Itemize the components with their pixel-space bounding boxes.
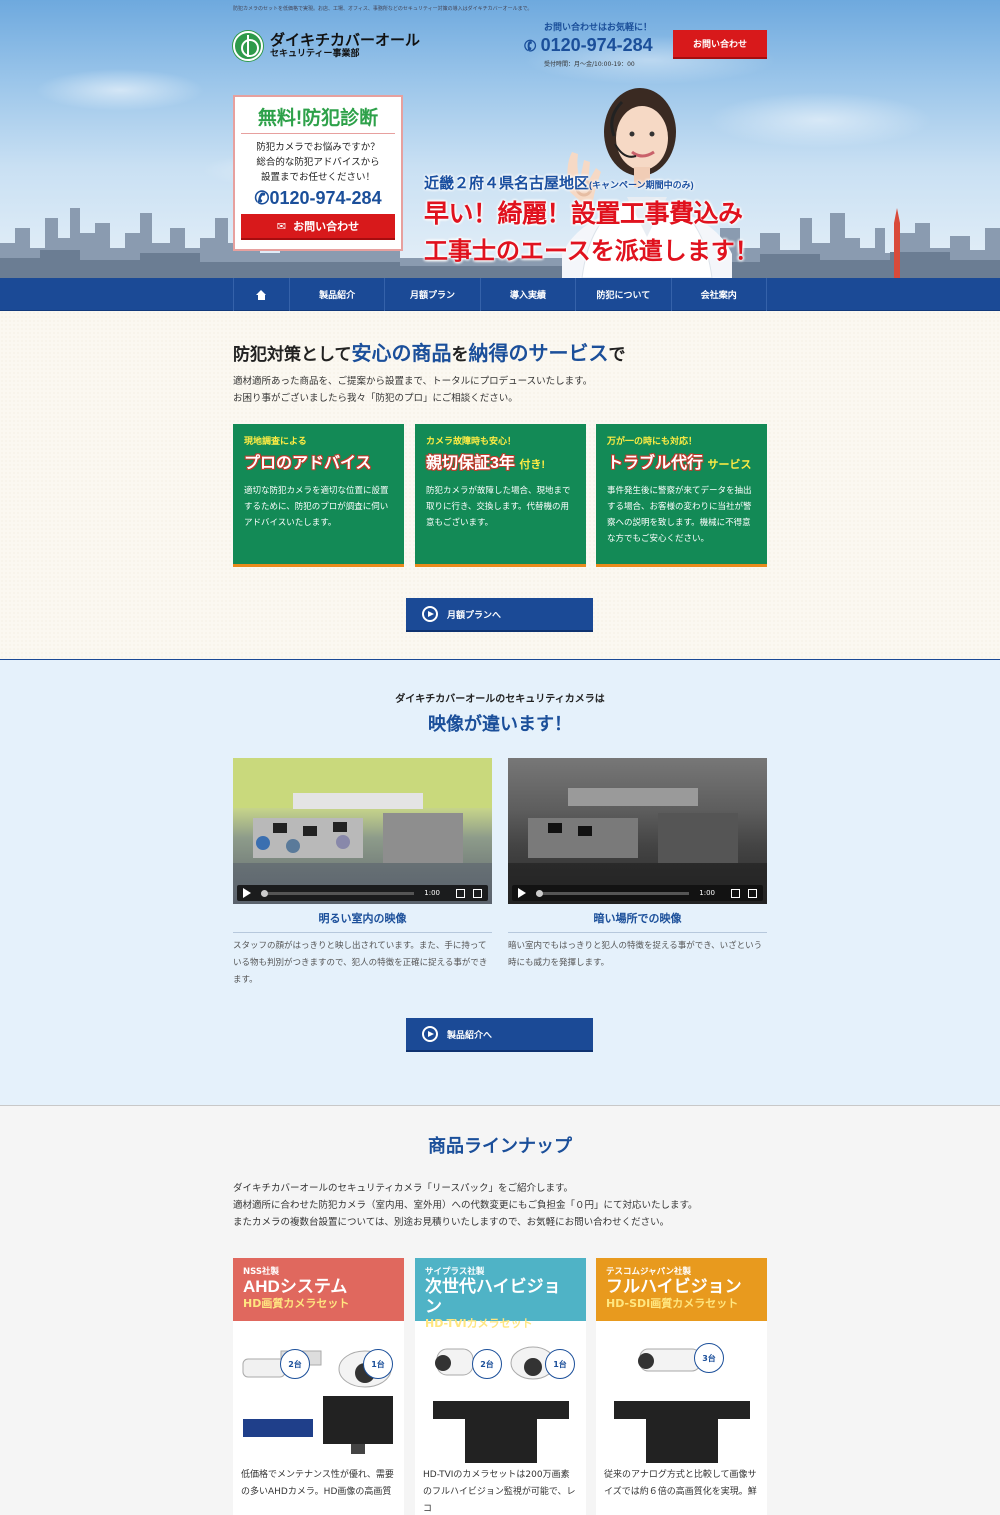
play-icon[interactable] bbox=[243, 888, 251, 898]
free-diagnosis-box: 無料!防犯診断 防犯カメラでお悩みですか？ 総合的な防犯アドバイスから 設置まで… bbox=[233, 95, 403, 251]
service-section: 防犯対策として安心の商品を納得のサービスで 適材適所あった商品を、ご提案から設置… bbox=[0, 311, 1000, 660]
lineup-title: 商品ラインナップ bbox=[428, 1136, 572, 1156]
monthly-plan-button[interactable]: 月額プランへ bbox=[406, 598, 593, 632]
site-tagline: 防犯カメラのセットを低価格で実現。お店、工場、オフィス、事務所などのセキュリティ… bbox=[233, 6, 533, 12]
dark-office-scene-image bbox=[508, 788, 767, 904]
logo-sub-text: セキュリティー事業部 bbox=[270, 49, 360, 59]
product-header: NSS社製 AHDシステム HD画質カメラセット bbox=[233, 1258, 404, 1321]
hero-copy-main: 早い！綺麗！設置工事費込み bbox=[424, 200, 743, 228]
video-section-lead: ダイキチカバーオールのセキュリティカメラは bbox=[395, 694, 605, 705]
play-circle-icon bbox=[422, 1026, 438, 1042]
service-intro: 適材適所あった商品を、ご提案から設置まで、トータルにプロデュースいたします。 お… bbox=[233, 376, 593, 404]
product-desc: 従来のアナログ方式と比較して画像サイズでは約６倍の高画質化を実現。鮮 bbox=[604, 1470, 757, 1497]
video-time: 1:00 bbox=[424, 889, 440, 897]
product-desc: HD-TVIのカメラセットは200万画素のフルハイビジョン監視が可能で、レコ bbox=[423, 1470, 576, 1514]
video-desc-bright: スタッフの顔がはっきりと映し出されています。また、手に持っている物も判別がつきま… bbox=[233, 941, 488, 985]
mute-icon[interactable] bbox=[731, 888, 740, 898]
play-circle-icon bbox=[422, 606, 438, 622]
global-nav: 製品紹介 月額プラン 導入実績 防犯について 会社案内 bbox=[0, 278, 1000, 311]
video-progress-bar[interactable] bbox=[261, 889, 415, 897]
video-controls: 1:00 bbox=[237, 885, 488, 901]
nav-item-company[interactable]: 会社案内 bbox=[672, 278, 767, 311]
video-caption-bright: 明るい室内の映像 bbox=[233, 910, 492, 933]
feature-card-trouble: 万が一の時にも対応！ トラブル代行 サービス 事件発生後に警察が来てデータを抽出… bbox=[596, 424, 767, 567]
feature-card-advice: 現地調査による プロのアドバイス 適切な防犯カメラを適切な位置に設置するために、… bbox=[233, 424, 404, 567]
feature-card-warranty: カメラ故障時も安心！ 親切保証3年 付き! 防犯カメラが故障した場合、現地まで取… bbox=[415, 424, 586, 567]
diagnosis-contact-button[interactable]: ✉ お問い合わせ bbox=[241, 214, 395, 240]
quantity-badge: 3台 bbox=[694, 1343, 724, 1373]
service-heading: 防犯対策として安心の商品を納得のサービスで bbox=[233, 343, 626, 365]
hero-banner: 防犯カメラのセットを低価格で実現。お店、工場、オフィス、事務所などのセキュリティ… bbox=[0, 0, 1000, 278]
video-player-bright[interactable]: 1:00 bbox=[233, 758, 492, 904]
header-contact: お問い合わせはお気軽に！ ✆ 0120-974-284 受付時間：月～金/10:… bbox=[521, 20, 653, 68]
diagnosis-title: 無料!防犯診断 bbox=[241, 103, 395, 134]
product-image: 2台 1台 bbox=[415, 1321, 586, 1467]
diagnosis-text: 防犯カメラでお悩みですか？ 総合的な防犯アドバイスから 設置までお任せください！ bbox=[256, 142, 380, 183]
video-time: 1:00 bbox=[699, 889, 715, 897]
logo-mark-icon bbox=[233, 31, 263, 61]
product-image: 3台 bbox=[596, 1321, 767, 1467]
video-section: ダイキチカバーオールのセキュリティカメラは 映像が違います！ 1:00 明るい室… bbox=[0, 660, 1000, 1106]
hero-copy-sub: 工事士のエースを派遣します！ bbox=[424, 238, 759, 265]
product-image: 2台 1台 bbox=[233, 1321, 404, 1467]
nav-item-monthly-plan[interactable]: 月額プラン bbox=[385, 278, 481, 311]
office-scene-image bbox=[233, 758, 492, 904]
lineup-section: 商品ラインナップ ダイキチカバーオールのセキュリティカメラ「リースパック」をご紹… bbox=[0, 1106, 1000, 1515]
product-header: テスコムジャパン社製 フルハイビジョン HD-SDI画質カメラセット bbox=[596, 1258, 767, 1321]
video-player-dark[interactable]: 1:00 bbox=[508, 758, 767, 904]
product-card-tvi[interactable]: サイプラス社製 次世代ハイビジョン HD-TVIカメラセット 2台 1台 HD-… bbox=[415, 1258, 586, 1515]
contact-label: お問い合わせはお気軽に！ bbox=[544, 23, 653, 33]
home-icon bbox=[255, 289, 267, 300]
phone-icon: ✆ bbox=[521, 35, 540, 57]
phone-icon: ✆ bbox=[254, 188, 270, 208]
mute-icon[interactable] bbox=[456, 888, 465, 898]
fullscreen-icon[interactable] bbox=[748, 888, 757, 898]
video-desc-dark: 暗い室内でもはっきりと犯人の特徴を捉える事ができ、いざという時にも威力を発揮しま… bbox=[508, 941, 763, 968]
fullscreen-icon[interactable] bbox=[473, 888, 482, 898]
video-caption-dark: 暗い場所での映像 bbox=[508, 910, 767, 933]
nav-home[interactable] bbox=[234, 278, 290, 311]
nav-item-products[interactable]: 製品紹介 bbox=[290, 278, 386, 311]
quantity-badge: 2台 bbox=[280, 1349, 310, 1379]
quantity-badge: 1台 bbox=[545, 1349, 575, 1379]
video-section-title: 映像が違います！ bbox=[428, 714, 572, 734]
lineup-intro: ダイキチカバーオールのセキュリティカメラ「リースパック」をご紹介します。 適材適… bbox=[233, 1183, 698, 1228]
header-contact-button[interactable]: お問い合わせ bbox=[673, 30, 767, 59]
diagnosis-phone[interactable]: ✆0120-974-284 bbox=[241, 188, 395, 209]
product-header: サイプラス社製 次世代ハイビジョン HD-TVIカメラセット bbox=[415, 1258, 586, 1330]
video-controls: 1:00 bbox=[512, 885, 763, 901]
nav-item-case-studies[interactable]: 導入実績 bbox=[481, 278, 577, 311]
envelope-icon: ✉ bbox=[276, 219, 287, 233]
quantity-badge: 2台 bbox=[472, 1349, 502, 1379]
product-card-sdi[interactable]: テスコムジャパン社製 フルハイビジョン HD-SDI画質カメラセット 3台 従来… bbox=[596, 1258, 767, 1515]
products-button[interactable]: 製品紹介へ bbox=[406, 1018, 593, 1052]
nav-item-about-security[interactable]: 防犯について bbox=[576, 278, 672, 311]
hero-copy-area: 近畿２府４県名古屋地区(キャンペーン期間中のみ) bbox=[424, 175, 694, 192]
header-phone-number[interactable]: ✆ 0120-974-284 bbox=[521, 35, 653, 57]
quantity-badge: 1台 bbox=[363, 1349, 393, 1379]
hero-catchcopy: 近畿２府４県名古屋地区(キャンペーン期間中のみ) 早い！綺麗！設置工事費込み 工… bbox=[424, 172, 759, 266]
business-hours: 受付時間：月～金/10:00-19：00 bbox=[544, 61, 635, 68]
header-phone-text: 0120-974-284 bbox=[540, 35, 653, 55]
play-icon[interactable] bbox=[518, 888, 526, 898]
logo-main-text: ダイキチカバーオール bbox=[270, 32, 421, 49]
product-desc: 低価格でメンテナンス性が優れ、需要の多いAHDカメラ。HD画像の高画質 bbox=[241, 1470, 394, 1497]
company-logo[interactable]: ダイキチカバーオール セキュリティー事業部 bbox=[233, 31, 420, 61]
product-card-ahd[interactable]: NSS社製 AHDシステム HD画質カメラセット 2台 1台 低価格でメンテナン… bbox=[233, 1258, 404, 1515]
video-progress-bar[interactable] bbox=[536, 889, 690, 897]
